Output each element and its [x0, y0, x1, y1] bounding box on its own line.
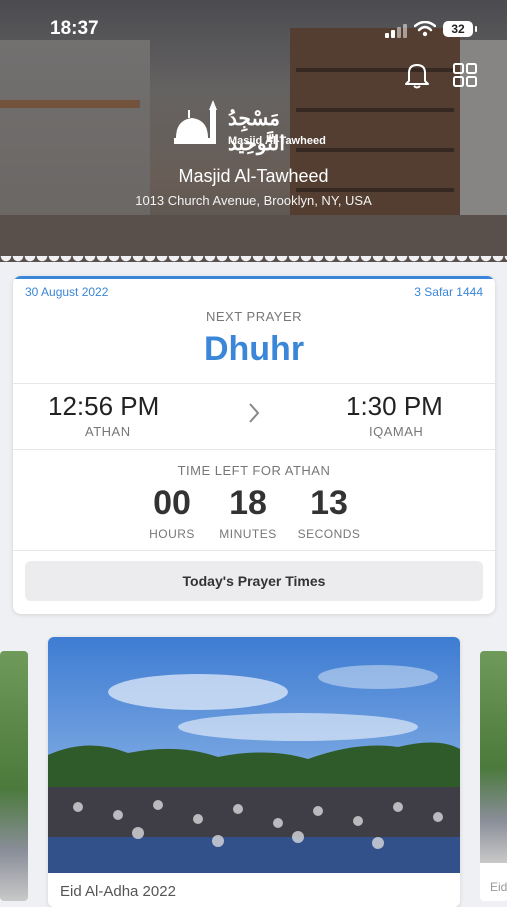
- carousel-slide-next[interactable]: Eid: [480, 651, 507, 901]
- carousel-slide-main[interactable]: Eid Al-Adha 2022: [48, 637, 460, 907]
- countdown-seconds: 13: [310, 484, 348, 522]
- todays-prayer-times-button[interactable]: Today's Prayer Times: [25, 561, 483, 601]
- slide-caption: Eid Al-Adha 2022: [60, 883, 176, 900]
- countdown-minutes-label: MINUTES: [219, 527, 277, 541]
- battery-icon: 32: [443, 21, 477, 37]
- status-time: 18:37: [50, 18, 99, 39]
- event-photo: [48, 637, 460, 873]
- logo-arabic-text: مَسْجِدُ التَّوحِيد: [228, 108, 285, 155]
- countdown-hours-label: HOURS: [149, 527, 195, 541]
- iqamah-label: IQAMAH: [369, 424, 424, 439]
- chevron-right-icon: [249, 403, 260, 423]
- signal-icon: [385, 24, 407, 38]
- athan-time: 12:56 PM: [48, 391, 160, 421]
- status-bar: 18:37 32: [0, 18, 507, 42]
- next-slide-caption: Eid: [490, 880, 507, 894]
- carousel-slide-prev[interactable]: [0, 651, 28, 901]
- athan-label: ATHAN: [85, 424, 131, 439]
- hijri-date: 3 Safar 1444: [414, 285, 483, 299]
- countdown-seconds-label: SECONDS: [297, 527, 361, 541]
- header-banner: 18:37 32 مَسْجِدُ التَّوحِيد Masjid Al-T…: [0, 0, 507, 262]
- masjid-name: Masjid Al-Tawheed: [178, 166, 329, 186]
- masjid-address: 1013 Church Avenue, Brooklyn, NY, USA: [135, 193, 372, 208]
- next-prayer-card: 30 August 2022 3 Safar 1444 NEXT PRAYER …: [13, 276, 495, 614]
- countdown-hours: 00: [153, 484, 191, 522]
- gregorian-date: 30 August 2022: [25, 285, 109, 299]
- iqamah-time: 1:30 PM: [346, 391, 443, 421]
- next-prayer-name: Dhuhr: [203, 330, 305, 368]
- bell-icon[interactable]: [403, 60, 431, 90]
- time-left-label: TIME LEFT FOR ATHAN: [177, 463, 331, 478]
- logo-latin-text: Masjid Al-Tawheed: [228, 135, 326, 147]
- grid-icon[interactable]: [453, 63, 477, 87]
- card-accent-bar: [13, 276, 495, 279]
- next-prayer-label: NEXT PRAYER: [205, 309, 303, 324]
- countdown-minutes: 18: [229, 484, 267, 522]
- masjid-logo: مَسْجِدُ التَّوحِيد Masjid Al-Tawheed: [170, 98, 340, 155]
- mosque-icon: [174, 100, 217, 144]
- wifi-icon: [414, 21, 436, 37]
